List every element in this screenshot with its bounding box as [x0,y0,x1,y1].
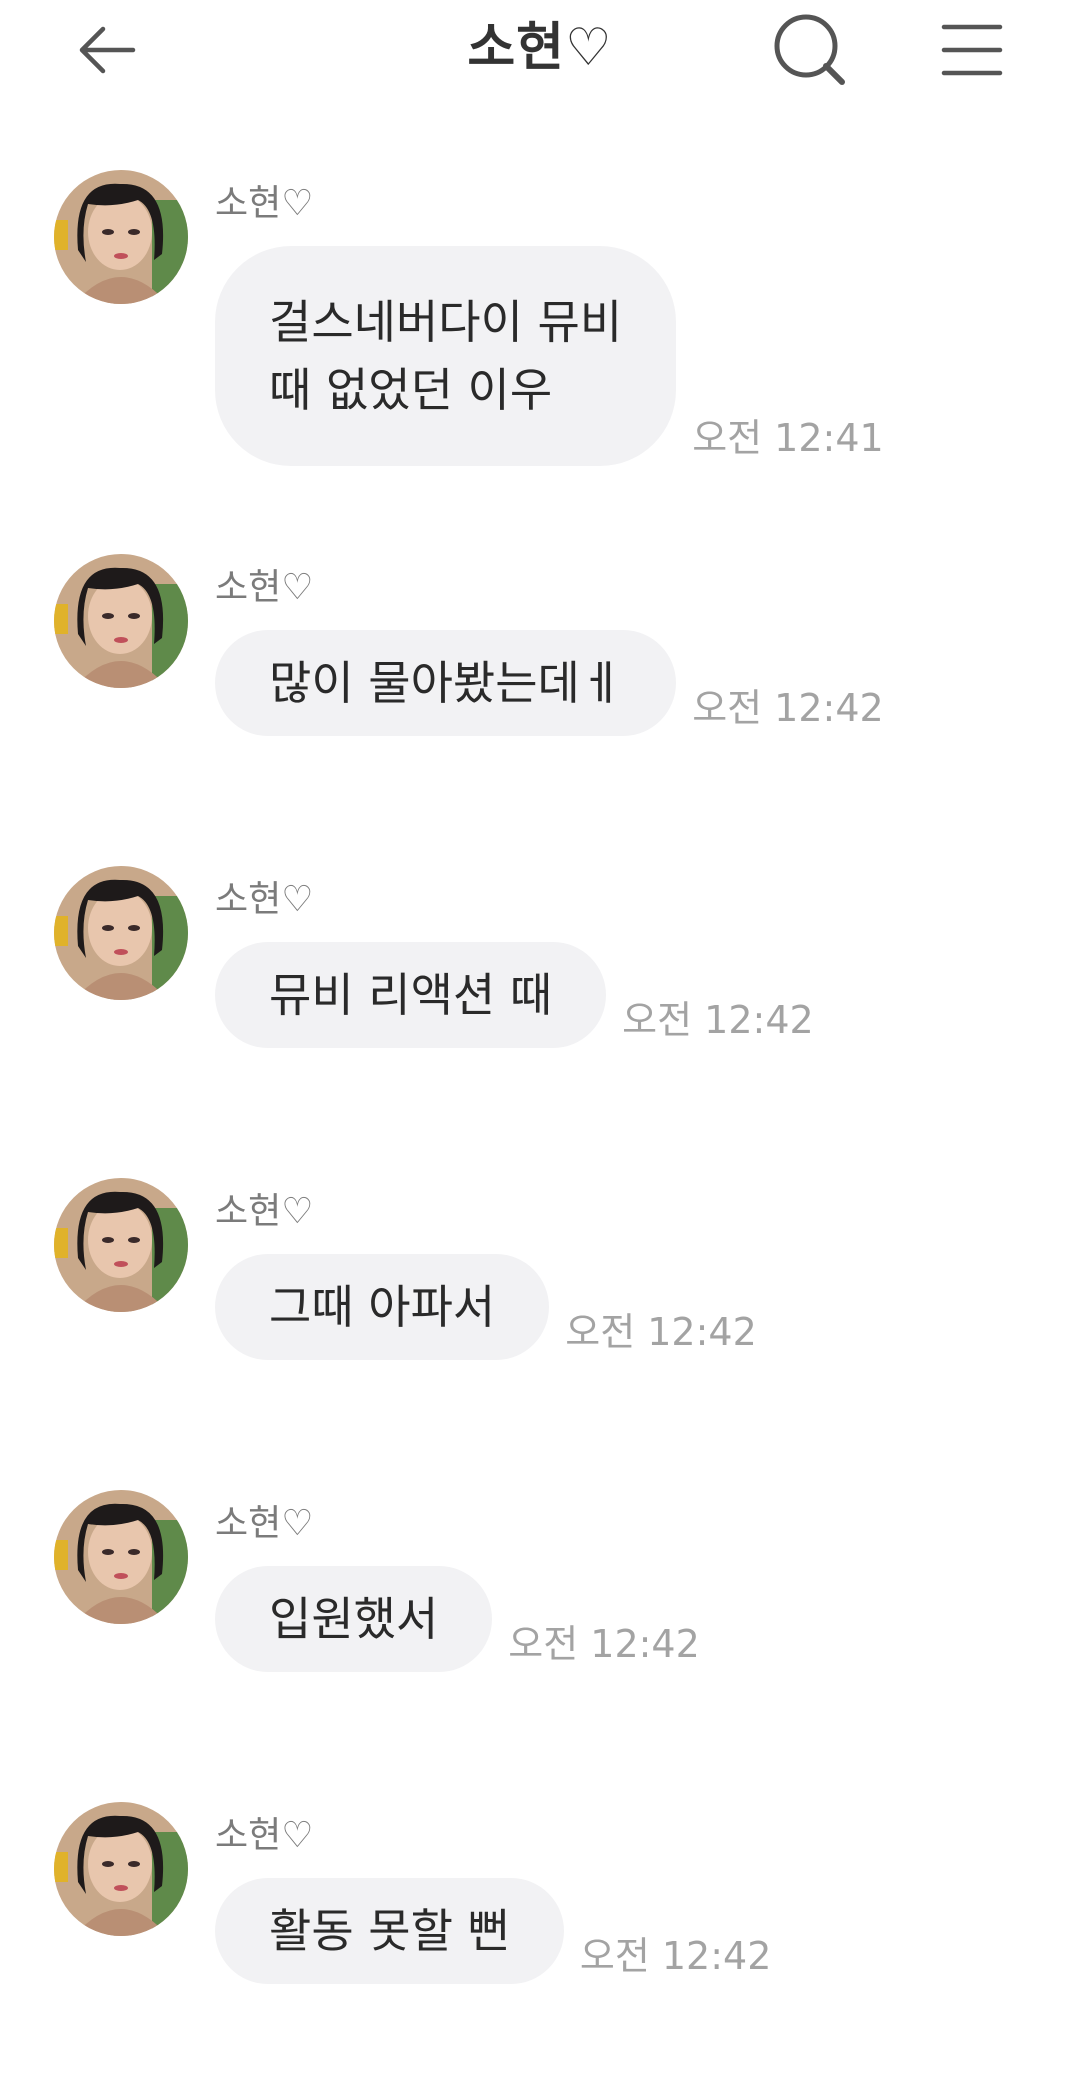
sender-name: 소현♡ [215,1191,314,1232]
avatar[interactable] [54,170,188,304]
message-bubble[interactable]: 그때 아파서 [215,1254,550,1360]
message-row: 활동 못할 뻔 오전 12:42 [215,1878,771,1984]
chat-header: 소현♡ [0,0,1080,110]
message-time: 오전 12:41 [692,416,884,460]
avatar[interactable] [54,1802,188,1936]
avatar[interactable] [54,1490,188,1624]
message-bubble[interactable]: 입원했서 [215,1566,493,1672]
message-row: 많이 물아봤는데ㅔ 오전 12:42 [215,630,884,736]
message-time: 오전 12:42 [508,1622,700,1666]
message-bubble[interactable]: 뮤비 리액션 때 [215,942,607,1048]
search-button[interactable] [760,0,860,100]
avatar[interactable] [54,866,188,1000]
message-bubble[interactable]: 많이 물아봤는데ㅔ [215,630,677,736]
menu-button[interactable] [922,0,1022,100]
back-button[interactable] [57,0,157,100]
hamburger-menu-icon [941,24,1003,76]
message-time: 오전 12:42 [565,1310,757,1354]
sender-name: 소현♡ [215,1815,314,1856]
sender-name: 소현♡ [215,879,314,920]
avatar[interactable] [54,554,188,688]
message-row: 입원했서 오전 12:42 [215,1566,700,1672]
message-bubble[interactable]: 활동 못할 뻔 [215,1878,564,1984]
sender-name: 소현♡ [215,183,314,224]
message-row: 그때 아파서 오전 12:42 [215,1254,757,1360]
message-time: 오전 12:42 [692,686,884,730]
sender-name: 소현♡ [215,567,314,608]
avatar-photo [54,1178,188,1312]
avatar-photo [54,1802,188,1936]
message-time: 오전 12:42 [622,998,814,1042]
search-icon [774,14,845,85]
avatar-photo [54,170,188,304]
message-row: 걸스네버다이 뮤비 때 없었던 이우 오전 12:41 [215,246,884,466]
avatar-photo [54,866,188,1000]
avatar-photo [54,1490,188,1624]
message-bubble[interactable]: 걸스네버다이 뮤비 때 없었던 이우 [215,246,677,466]
back-arrow-icon [79,26,136,74]
message-row: 뮤비 리액션 때 오전 12:42 [215,942,814,1048]
avatar-photo [54,554,188,688]
message-time: 오전 12:42 [579,1934,772,1978]
sender-name: 소현♡ [215,1503,314,1544]
avatar[interactable] [54,1178,188,1312]
chat-title: 소현♡ [467,18,613,78]
